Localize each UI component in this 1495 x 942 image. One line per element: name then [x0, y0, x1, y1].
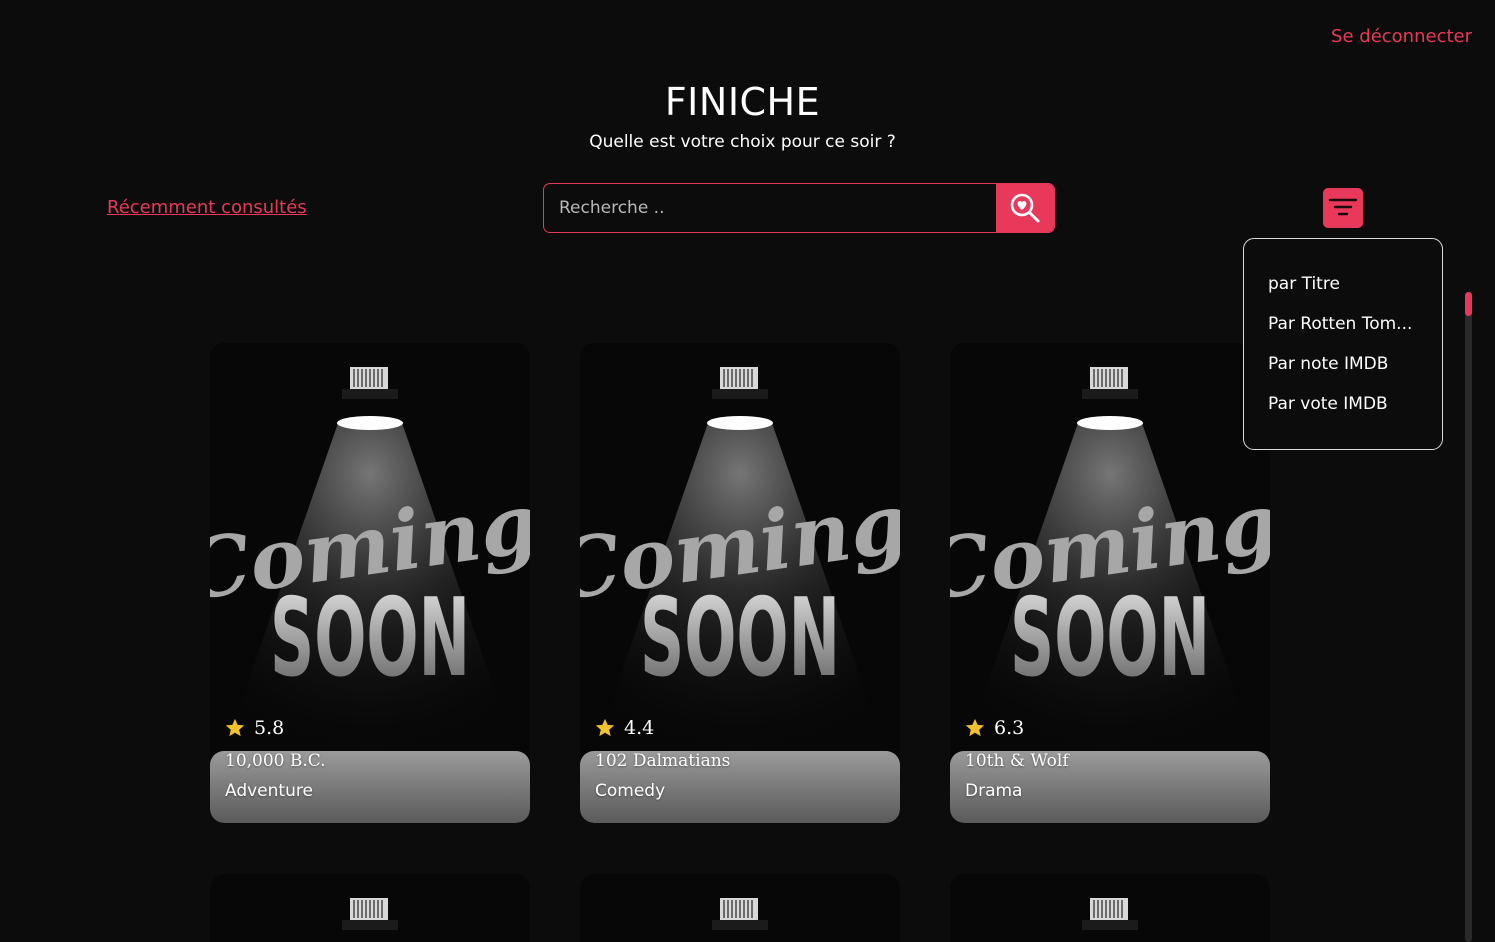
- sort-option-title[interactable]: par Titre: [1244, 271, 1442, 311]
- rating: 4.4: [594, 717, 654, 739]
- poster-text-soon: SOON: [1010, 576, 1210, 701]
- movie-genre: Comedy: [595, 781, 666, 801]
- sort-filter-button[interactable]: [1323, 188, 1363, 228]
- movie-title: 10,000 B.C.: [225, 751, 326, 771]
- tagline: Quelle est votre choix pour ce soir ?: [589, 132, 896, 152]
- movie-genre: Drama: [965, 781, 1023, 801]
- movie-card-partial[interactable]: [950, 874, 1270, 942]
- rating: 6.3: [964, 717, 1024, 739]
- sort-option-imdb-votes[interactable]: Par vote IMDB: [1244, 391, 1442, 431]
- poster-lamp: [712, 898, 768, 930]
- rating-value: 4.4: [624, 717, 655, 739]
- movie-card[interactable]: Coming SOON 5.8 10,000 B.C. Adventure: [210, 343, 530, 823]
- movie-genre: Adventure: [225, 781, 313, 801]
- page: Se déconnecter FINICHE Quelle est votre …: [0, 0, 1495, 942]
- filter-lines-icon: [1328, 198, 1358, 216]
- sort-option-rotten-tomatoes[interactable]: Par Rotten Tom...: [1244, 311, 1442, 351]
- app-title: FINICHE: [664, 80, 821, 124]
- logout-link[interactable]: Se déconnecter: [1331, 26, 1472, 47]
- rating: 5.8: [224, 717, 284, 739]
- movie-title: 10th & Wolf: [965, 751, 1069, 771]
- scrollbar-thumb[interactable]: [1465, 292, 1472, 316]
- poster-text-soon: SOON: [640, 576, 840, 701]
- rating-value: 5.8: [254, 717, 285, 739]
- movie-card-partial[interactable]: [580, 874, 900, 942]
- search-input[interactable]: [544, 184, 996, 232]
- scrollbar[interactable]: [1465, 292, 1472, 942]
- poster-lamp: [342, 898, 398, 930]
- movie-title: 102 Dalmatians: [595, 751, 731, 771]
- sort-option-imdb-rating[interactable]: Par note IMDB: [1244, 351, 1442, 391]
- movie-card[interactable]: Coming SOON 6.3 10th & Wolf Drama: [950, 343, 1270, 823]
- movie-card-partial[interactable]: [210, 874, 530, 942]
- poster-text-soon: SOON: [270, 576, 470, 701]
- poster-lamp: [1082, 898, 1138, 930]
- sort-dropdown-menu: par Titre Par Rotten Tom... Par note IMD…: [1243, 238, 1443, 450]
- star-icon: [595, 718, 615, 737]
- star-icon: [965, 718, 985, 737]
- star-icon: [225, 718, 245, 737]
- recently-viewed-link[interactable]: Récemment consultés: [107, 197, 307, 218]
- search-button[interactable]: [996, 184, 1054, 232]
- magnifier-heart-icon: [1010, 193, 1040, 223]
- rating-value: 6.3: [994, 717, 1025, 739]
- search-bar: [543, 183, 1055, 233]
- movie-card[interactable]: Coming SOON 4.4 102 Dalmatians Comedy: [580, 343, 900, 823]
